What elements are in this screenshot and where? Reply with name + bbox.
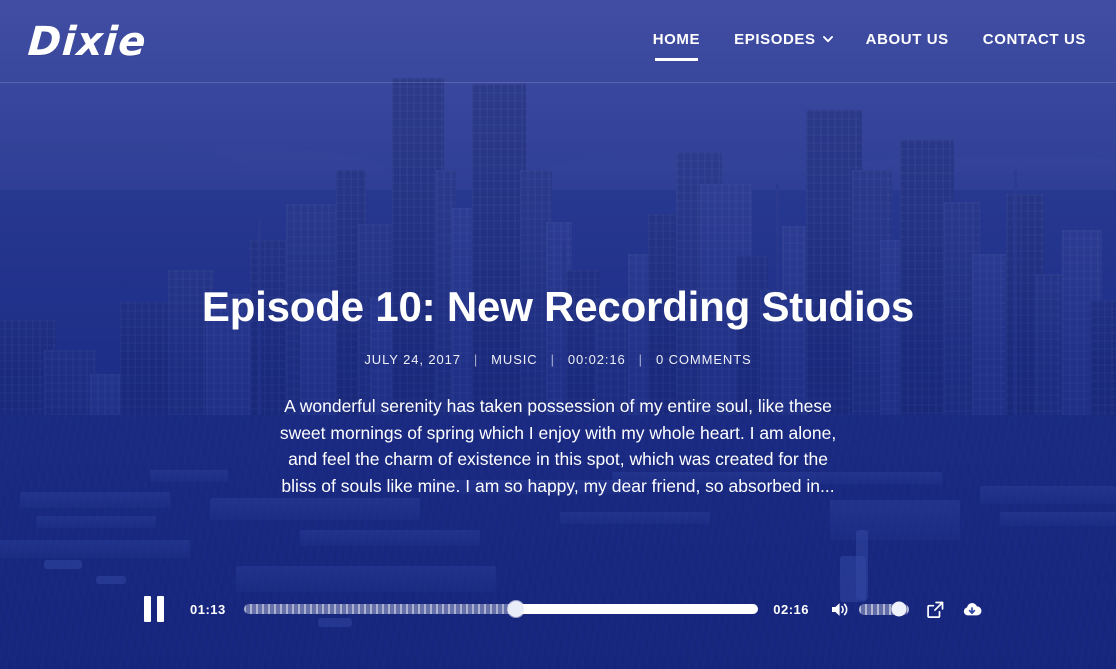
meta-separator: |	[638, 352, 643, 368]
nav-item-contact-us[interactable]: CONTACT US	[983, 31, 1086, 52]
nav-item-about-us[interactable]: ABOUT US	[866, 31, 949, 52]
episode-hero: Episode 10: New Recording Studios JULY 2…	[0, 83, 1116, 580]
nav-item-label: ABOUT US	[865, 31, 949, 48]
episode-category[interactable]: MUSIC	[491, 352, 537, 367]
audio-player: 01:13 02:16	[0, 596, 1116, 622]
pause-icon[interactable]	[144, 596, 164, 622]
progress-buffered	[516, 604, 759, 614]
volume-slider[interactable]	[859, 601, 909, 617]
site-header: Dixie HOME EPISODES ABOUT US CONTACT US	[0, 0, 1116, 83]
episode-duration: 00:02:16	[567, 352, 626, 368]
external-link-icon[interactable]	[926, 600, 945, 619]
episode-comments-count[interactable]: 0 COMMENTS	[656, 352, 752, 367]
nav-item-label: CONTACT US	[982, 31, 1086, 48]
meta-separator: |	[550, 352, 555, 368]
current-time-label: 01:13	[190, 601, 226, 617]
volume-control	[831, 601, 909, 618]
page-root: Dixie HOME EPISODES ABOUT US CONTACT US …	[0, 0, 1116, 669]
site-logo[interactable]: Dixie	[26, 19, 148, 65]
episode-description: A wonderful serenity has taken possessio…	[279, 396, 837, 496]
cloud-download-icon[interactable]	[962, 601, 982, 618]
progress-slider[interactable]	[243, 601, 759, 617]
nav-item-label: EPISODES	[734, 31, 816, 48]
speaker-icon[interactable]	[831, 601, 849, 618]
nav-item-home[interactable]: HOME	[652, 31, 701, 61]
page-title: Episode 10: New Recording Studios	[201, 283, 915, 330]
nav-item-label: HOME	[652, 31, 701, 48]
volume-knob[interactable]	[891, 601, 907, 617]
nav-item-episodes[interactable]: EPISODES	[734, 31, 833, 52]
episode-meta: JULY 24, 2017 | MUSIC | 00:02:16 | 0 COM…	[364, 352, 751, 367]
progress-knob[interactable]	[508, 601, 525, 617]
chevron-down-icon	[822, 34, 833, 43]
main-navigation: HOME EPISODES ABOUT US CONTACT US	[652, 31, 1086, 61]
total-time-label: 02:16	[773, 601, 809, 617]
meta-separator: |	[473, 352, 479, 368]
episode-date: JULY 24, 2017	[364, 352, 461, 368]
